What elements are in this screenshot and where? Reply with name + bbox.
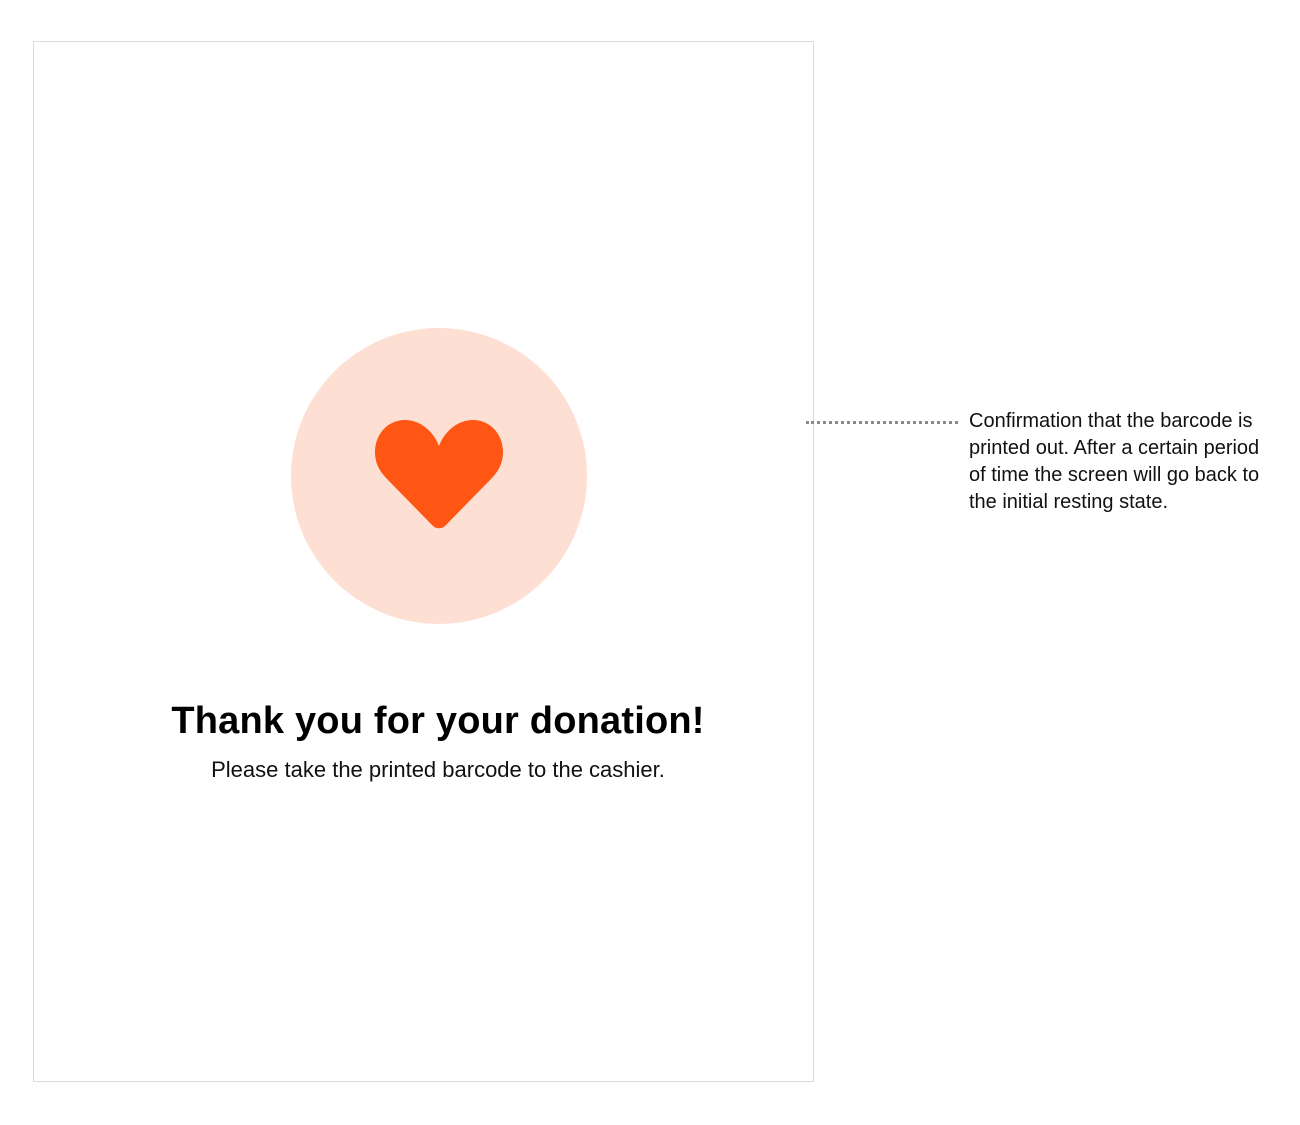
kiosk-screen: Thank you for your donation! Please take… bbox=[33, 41, 814, 1082]
annotation-note: Confirmation that the barcode is printed… bbox=[969, 410, 1260, 513]
page-subtitle: Please take the printed barcode to the c… bbox=[211, 757, 665, 782]
annotation-connector-line bbox=[806, 421, 958, 424]
page-title: Thank you for your donation! bbox=[171, 700, 705, 742]
heart-badge bbox=[291, 328, 587, 624]
heart-icon bbox=[375, 420, 503, 532]
